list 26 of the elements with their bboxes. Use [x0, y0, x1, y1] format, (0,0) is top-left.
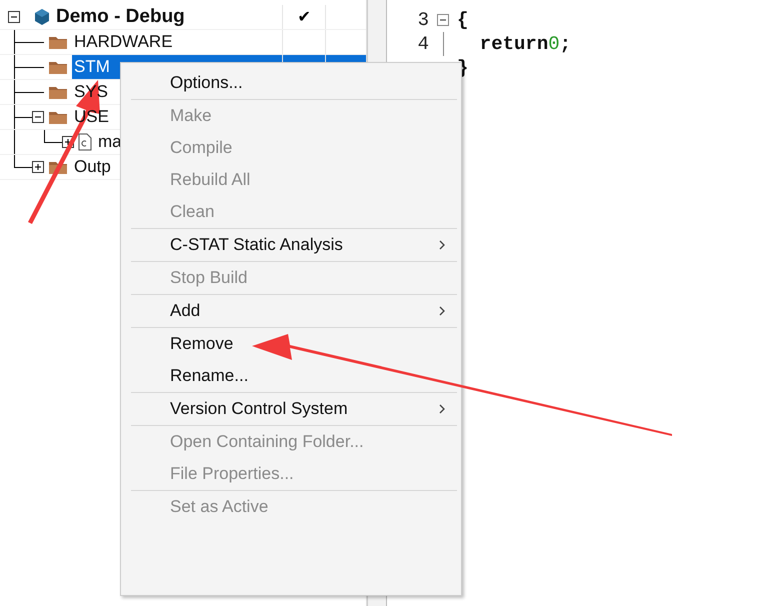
cube-icon: [34, 8, 50, 26]
menu-item[interactable]: Remove: [121, 328, 461, 360]
menu-item[interactable]: Options...: [121, 67, 461, 99]
collapse-icon[interactable]: [437, 14, 449, 26]
collapse-icon[interactable]: [32, 111, 44, 123]
fold-line: [442, 32, 444, 56]
menu-item[interactable]: C-STAT Static Analysis: [121, 229, 461, 261]
check-mark: ✔: [298, 8, 310, 27]
line-number: 4: [418, 33, 429, 55]
folder-icon: [48, 84, 68, 100]
menu-item[interactable]: Version Control System: [121, 393, 461, 425]
folder-icon: [48, 109, 68, 125]
tree-item[interactable]: ma: [96, 132, 124, 152]
tree-item[interactable]: Outp: [72, 157, 113, 177]
code-line: return0;: [478, 33, 572, 55]
tree-item[interactable]: HARDWARE: [72, 32, 175, 52]
menu-item[interactable]: Add: [121, 295, 461, 327]
expand-icon[interactable]: [32, 161, 44, 173]
line-number: 3: [418, 9, 429, 31]
c-file-icon: [78, 133, 92, 151]
folder-icon: [48, 59, 68, 75]
code-line: {: [457, 9, 468, 31]
tree-item[interactable]: Demo - Debug: [54, 6, 187, 28]
collapse-icon[interactable]: [8, 11, 20, 23]
folder-icon: [48, 34, 68, 50]
menu-item[interactable]: Rename...: [121, 360, 461, 392]
